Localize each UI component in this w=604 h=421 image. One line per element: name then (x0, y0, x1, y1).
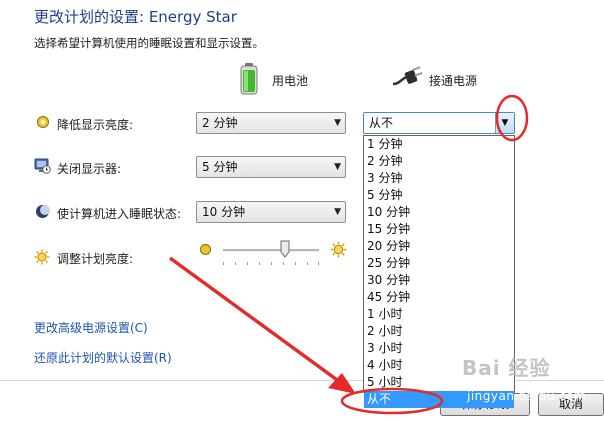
dim-display-battery-select[interactable]: 2 分钟 ▼ (196, 112, 346, 134)
dropdown-option[interactable]: 10 分钟 (364, 204, 514, 221)
brightness-high-icon (330, 241, 347, 258)
battery-column-header: 用电池 (272, 74, 309, 88)
turn-off-display-label: 关闭显示器: (57, 162, 122, 176)
brightness-label: 调整计划亮度: (57, 252, 134, 266)
sleep-moon-icon (36, 205, 50, 218)
chevron-down-icon: ▼ (334, 118, 341, 128)
dim-display-battery-value: 2 分钟 (202, 116, 238, 130)
brightness-low-icon (200, 244, 211, 255)
power-plug-icon (392, 66, 423, 86)
dropdown-option[interactable]: 15 分钟 (364, 221, 514, 238)
plugged-column-header: 接通电源 (429, 74, 478, 88)
brightness-slider-thumb[interactable] (280, 240, 290, 258)
brightness-slider-track[interactable] (223, 249, 319, 252)
monitor-clock-icon (34, 158, 51, 174)
dropdown-option[interactable]: 2 分钟 (364, 153, 514, 170)
dim-brightness-icon (37, 116, 49, 128)
dropdown-option[interactable]: 20 分钟 (364, 238, 514, 255)
dropdown-option[interactable]: 3 分钟 (364, 170, 514, 187)
dropdown-option[interactable]: 1 小时 (364, 306, 514, 323)
sun-brightness-icon (34, 249, 50, 265)
annotation-arrow (168, 256, 342, 384)
dropdown-option[interactable]: 2 小时 (364, 323, 514, 340)
page-subtitle: 选择希望计算机使用的睡眠设置和显示设置。 (34, 36, 264, 50)
watermark-logo: Bai 经验 (462, 356, 551, 380)
battery-icon (240, 63, 258, 95)
sleep-battery-select[interactable]: 10 分钟 ▼ (196, 201, 346, 223)
turn-off-display-battery-select[interactable]: 5 分钟 ▼ (196, 156, 346, 178)
dropdown-option[interactable]: 30 分钟 (364, 272, 514, 289)
chevron-down-icon[interactable]: ▼ (495, 113, 514, 133)
watermark-url: jingyan.baidu.com (467, 389, 587, 403)
annotation-arrowhead (328, 373, 356, 394)
sleep-battery-value: 10 分钟 (202, 205, 246, 219)
turn-off-display-battery-value: 5 分钟 (202, 160, 238, 174)
brightness-slider-ticks (223, 262, 319, 266)
chevron-down-icon: ▼ (334, 207, 341, 217)
dropdown-option[interactable]: 25 分钟 (364, 255, 514, 272)
dropdown-option[interactable]: 45 分钟 (364, 289, 514, 306)
sleep-label: 使计算机进入睡眠状态: (57, 207, 182, 221)
advanced-power-settings-link[interactable]: 更改高级电源设置(C) (34, 319, 148, 336)
dropdown-option[interactable]: 5 分钟 (364, 187, 514, 204)
restore-defaults-link[interactable]: 还原此计划的默认设置(R) (34, 349, 172, 366)
page-title: 更改计划的设置: Energy Star (34, 8, 237, 26)
chevron-down-icon: ▼ (334, 162, 341, 172)
dim-display-plugged-value: 从不 (369, 116, 394, 130)
dim-display-label: 降低显示亮度: (57, 118, 134, 132)
dropdown-option[interactable]: 1 分钟 (364, 136, 514, 153)
dim-display-plugged-select[interactable]: 从不 ▼ (363, 112, 515, 134)
